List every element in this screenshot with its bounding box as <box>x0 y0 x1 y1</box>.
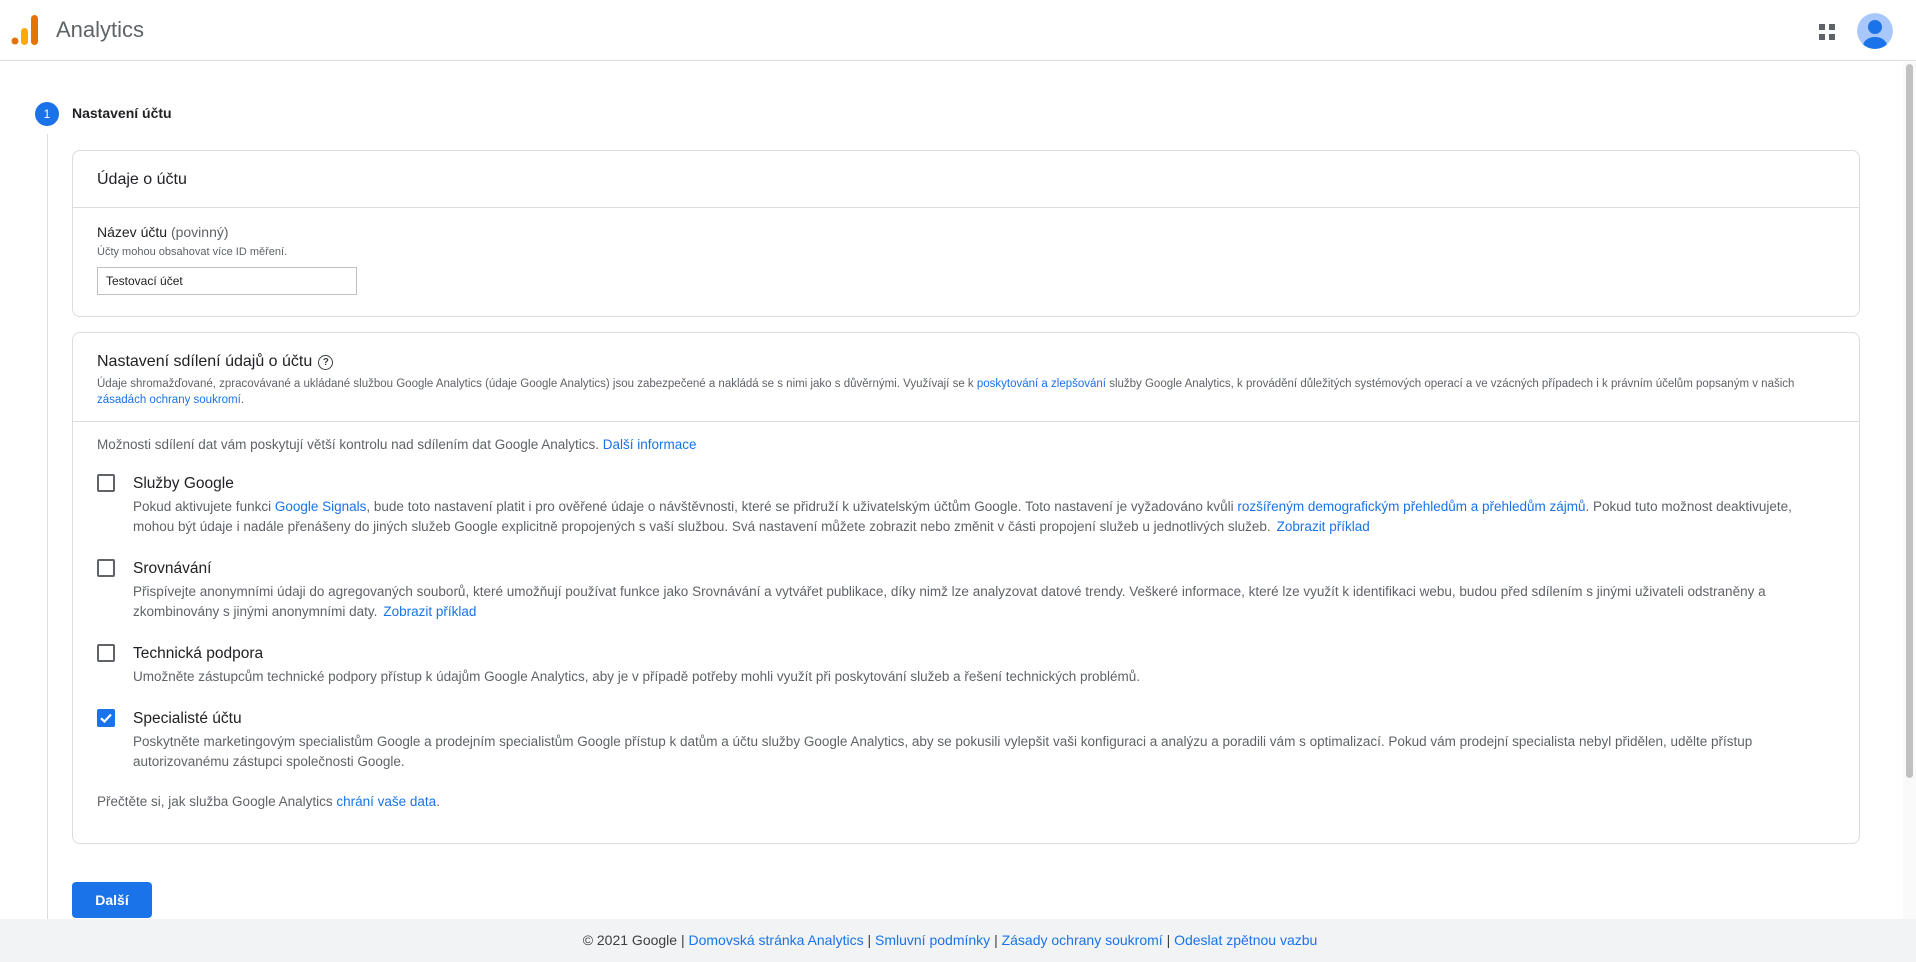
option-google-services: Služby Google Pokud aktivujete funkci Go… <box>97 474 1835 537</box>
option-title: Srovnávání <box>133 560 212 577</box>
footer-separator: | <box>680 932 689 948</box>
footer-link-terms[interactable]: Smluvní podmínky <box>875 932 990 948</box>
checkbox-technical-support[interactable] <box>97 644 115 662</box>
learn-more-link[interactable]: Další informace <box>603 437 697 452</box>
scrollbar-thumb[interactable] <box>1906 64 1913 778</box>
footnote-text: Přečtěte si, jak služba Google Analytics <box>97 794 337 809</box>
option-description: Přispívejte anonymními údaji do agregova… <box>133 582 1833 622</box>
step-number-badge: 1 <box>35 102 59 126</box>
option-account-specialists: Specialisté účtu Poskytněte marketingový… <box>97 709 1835 772</box>
data-sharing-card: Nastavení sdílení údajů o účtu ? Údaje s… <box>72 332 1860 844</box>
copyright-text: © 2021 Google <box>582 932 678 948</box>
footer-separator: | <box>867 932 875 948</box>
next-button[interactable]: Další <box>72 882 152 918</box>
desc-text-2: služby Google Analytics, k provádění důl… <box>1106 378 1795 390</box>
option-title: Služby Google <box>133 475 234 492</box>
desc-text-3: . <box>240 394 245 406</box>
account-name-input[interactable] <box>97 267 357 295</box>
option-title: Specialisté účtu <box>133 710 242 727</box>
account-name-hint: Účty mohou obsahovat více ID měření. <box>97 246 288 258</box>
option-desc-text: Pokud aktivujete funkci <box>133 499 275 514</box>
step-connector-line <box>47 134 48 919</box>
account-details-card: Údaje o účtu Název účtu (povinný) Účty m… <box>72 150 1860 317</box>
provide-improve-link[interactable]: poskytování a zlepšování <box>977 378 1106 390</box>
sharing-intro: Možnosti sdílení dat vám poskytují větší… <box>97 437 1835 452</box>
option-desc-text: Přispívejte anonymními údaji do agregova… <box>133 584 1766 619</box>
data-sharing-title-text: Nastavení sdílení údajů o účtu <box>97 353 313 370</box>
data-protection-note: Přečtěte si, jak služba Google Analytics… <box>97 794 1835 809</box>
help-icon[interactable]: ? <box>318 354 334 370</box>
checkbox-account-specialists[interactable] <box>97 709 115 727</box>
option-benchmarking: Srovnávání Přispívejte anonymními údaji … <box>97 559 1835 622</box>
demographics-link[interactable]: rozšířeným demografickým přehledům a pře… <box>1237 499 1585 514</box>
intro-text: Možnosti sdílení dat vám poskytují větší… <box>97 437 603 452</box>
option-description: Umožněte zástupcům technické podpory pří… <box>133 669 1141 684</box>
data-sharing-title: Nastavení sdílení údajů o účtu ? <box>97 353 334 371</box>
analytics-logo-icon[interactable] <box>11 15 39 45</box>
checkbox-google-services[interactable] <box>97 474 115 492</box>
footer-link-privacy[interactable]: Zásady ochrany soukromí <box>1002 932 1163 948</box>
account-details-heading: Údaje o účtu <box>73 151 1859 208</box>
step-title: Nastavení účtu <box>72 105 172 121</box>
footer-link-feedback[interactable]: Odeslat zpětnou vazbu <box>1174 932 1317 948</box>
google-signals-link[interactable]: Google Signals <box>275 499 367 514</box>
option-title: Technická podpora <box>133 645 264 662</box>
desc-text-1: Údaje shromažďované, zpracovávané a uklá… <box>97 378 977 390</box>
show-example-link[interactable]: Zobrazit příklad <box>1277 519 1370 534</box>
page-footer: © 2021 Google | Domovská stránka Analyti… <box>0 919 1916 962</box>
account-name-label-text: Název účtu <box>97 224 168 240</box>
option-technical-support: Technická podpora Umožněte zástupcům tec… <box>97 644 1835 687</box>
show-example-link[interactable]: Zobrazit příklad <box>383 604 476 619</box>
option-desc-text: , bude toto nastavení platit i pro ověře… <box>366 499 1238 514</box>
app-title: Analytics <box>56 17 145 42</box>
footer-link-analytics-home[interactable]: Domovská stránka Analytics <box>689 932 864 948</box>
top-app-bar: Analytics <box>0 0 1916 61</box>
account-avatar-icon[interactable] <box>1857 13 1893 49</box>
footnote-end: . <box>436 794 440 809</box>
account-name-required-note: (povinný) <box>170 224 229 240</box>
footer-separator: | <box>994 932 1002 948</box>
account-name-label: Název účtu (povinný) <box>97 224 1835 240</box>
footer-separator: | <box>1166 932 1175 948</box>
privacy-policy-link[interactable]: zásadách ochrany soukromí <box>97 394 241 406</box>
apps-grid-icon[interactable] <box>1815 20 1839 44</box>
protects-data-link[interactable]: chrání vaše data <box>336 794 436 809</box>
option-description: Pokud aktivujete funkci Google Signals, … <box>133 497 1833 537</box>
data-sharing-description: Údaje shromažďované, zpracovávané a uklá… <box>97 376 1817 408</box>
option-description: Poskytněte marketingovým specialistům Go… <box>133 734 1753 769</box>
checkbox-benchmarking[interactable] <box>97 559 115 577</box>
checkmark-icon <box>100 713 112 724</box>
